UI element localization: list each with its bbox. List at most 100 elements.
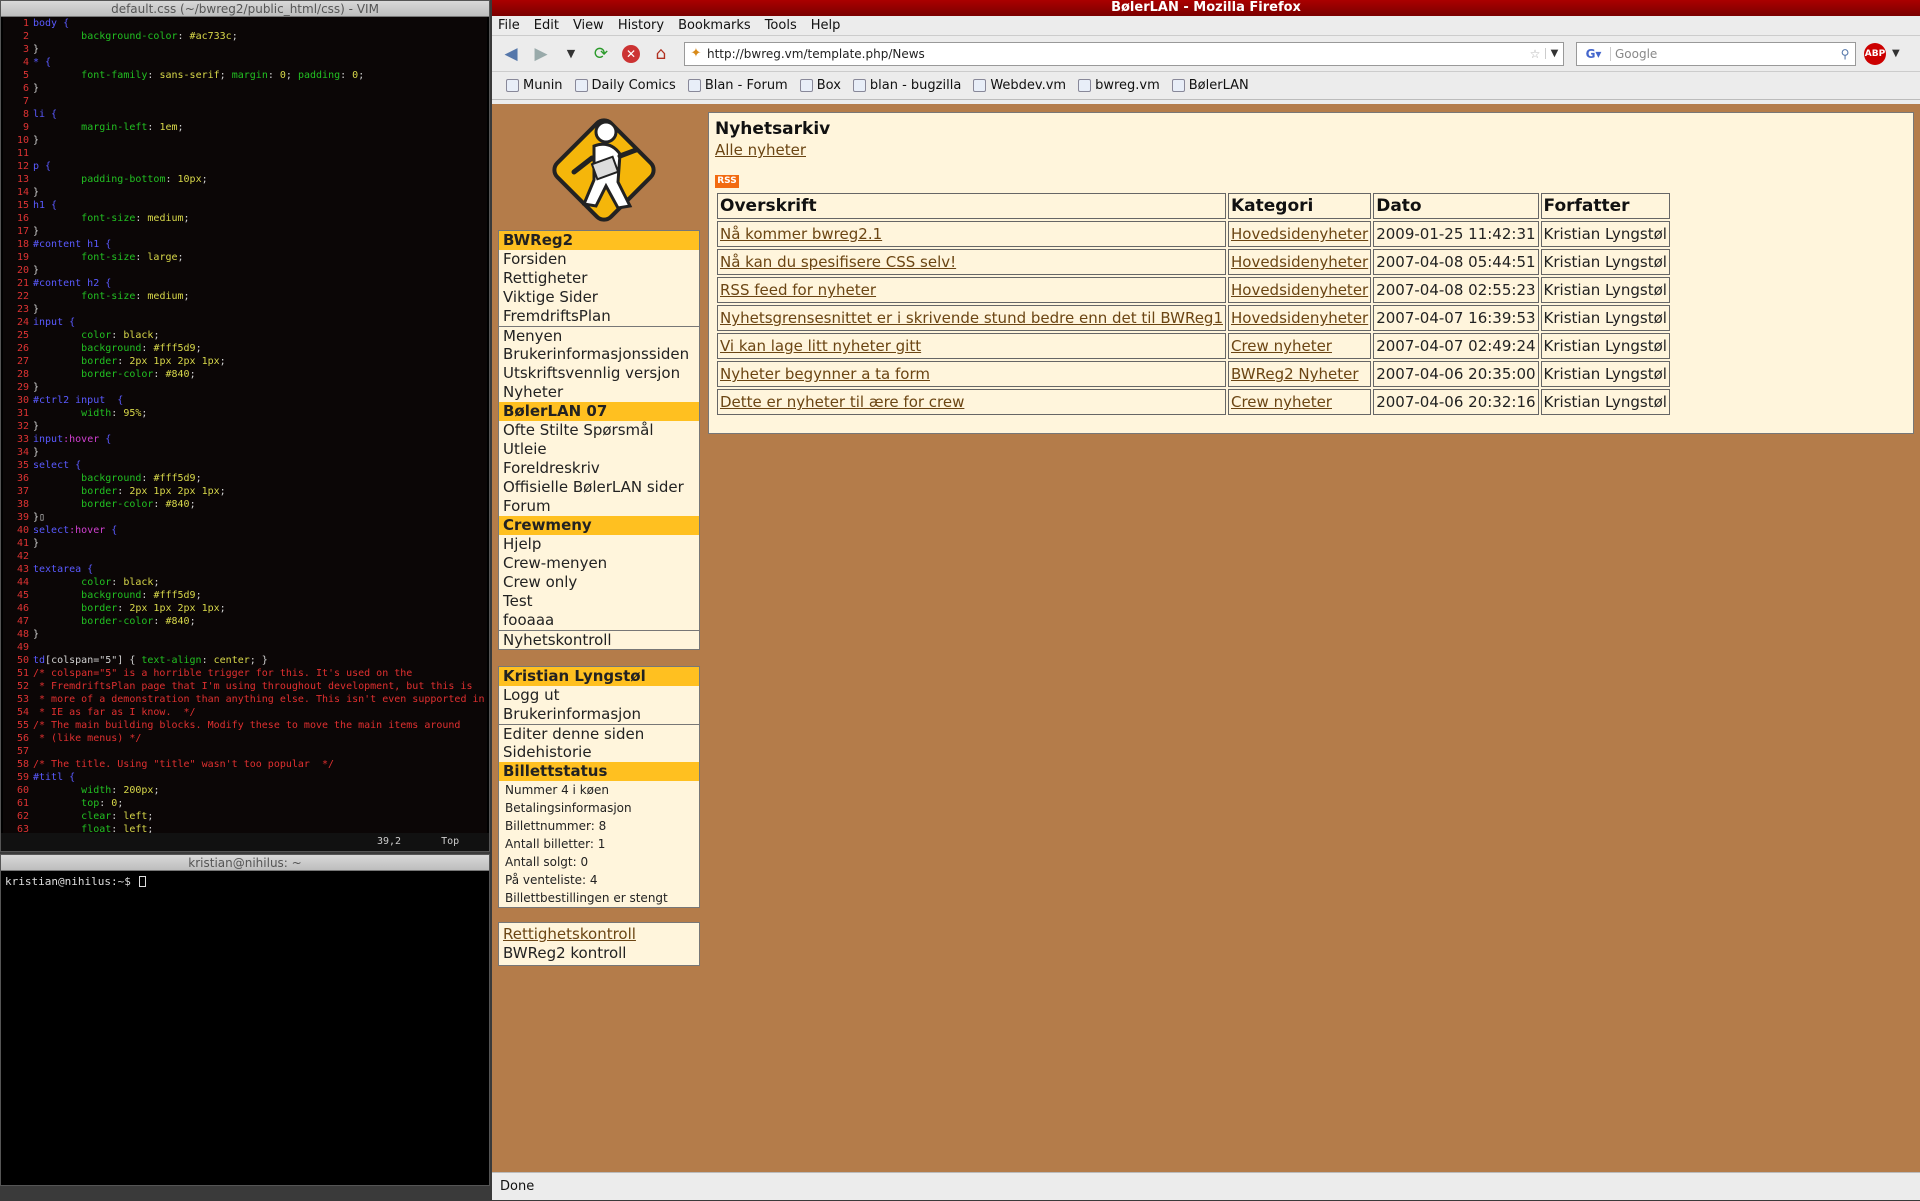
bookmark-item[interactable]: Blan - Forum: [687, 78, 788, 93]
menu-file[interactable]: File: [498, 18, 520, 33]
news-title-link[interactable]: Nå kan du spesifisere CSS selv!: [720, 253, 956, 271]
menu-view[interactable]: View: [573, 18, 604, 33]
news-category-link[interactable]: Hovedsidenyheter: [1231, 281, 1368, 299]
reload-icon[interactable]: ⟳: [588, 41, 614, 67]
code-token: :: [111, 330, 124, 341]
bookmark-item[interactable]: Box: [799, 78, 841, 93]
rss-icon[interactable]: RSS: [715, 175, 739, 188]
news-title-link[interactable]: Vi kan lage litt nyheter gitt: [720, 337, 921, 355]
code-token: 2px 1px 2px 1px: [129, 486, 220, 497]
menu-item[interactable]: Test: [499, 592, 699, 611]
line-number: 46: [16, 603, 29, 614]
news-title-link[interactable]: RSS feed for nyheter: [720, 281, 876, 299]
news-category-link[interactable]: Hovedsidenyheter: [1231, 253, 1368, 271]
menu-item[interactable]: BWReg2 kontroll: [499, 944, 699, 963]
terminal-window[interactable]: kristian@nihilus: ~ kristian@nihilus:~$: [0, 854, 490, 1186]
menu-item[interactable]: Hjelp: [499, 535, 699, 554]
search-box[interactable]: G▾ Google ⚲: [1576, 41, 1856, 66]
bookmark-item[interactable]: bwreg.vm: [1078, 78, 1160, 93]
menu-bookmarks[interactable]: Bookmarks: [678, 18, 751, 33]
abp-dropdown-icon[interactable]: ▼: [1892, 48, 1900, 59]
url-dropdown-icon[interactable]: ▼: [1545, 48, 1563, 59]
code-line: 15 h1 {: [3, 199, 487, 212]
menu-item[interactable]: Menyen: [499, 326, 699, 345]
back-arrow-icon[interactable]: ◀: [498, 41, 524, 67]
bookmark-item[interactable]: Webdev.vm: [973, 78, 1066, 93]
adblock-plus-icon[interactable]: ABP: [1864, 42, 1886, 65]
menu-history[interactable]: History: [618, 18, 664, 33]
url-text[interactable]: http://bwreg.vm/template.php/News: [707, 47, 925, 61]
google-engine-icon[interactable]: G▾: [1577, 46, 1611, 61]
news-title-link[interactable]: Nå kommer bwreg2.1: [720, 225, 882, 243]
bookmark-star-icon[interactable]: ☆: [1525, 47, 1545, 61]
terminal-titlebar[interactable]: kristian@nihilus: ~: [1, 855, 489, 871]
menu-item[interactable]: Sidehistorie: [499, 743, 699, 762]
url-bar[interactable]: ✦ http://bwreg.vm/template.php/News ☆ ▼: [684, 41, 1564, 66]
code-token: 1em: [159, 122, 178, 133]
vim-window[interactable]: default.css (~/bwreg2/public_html/css) -…: [0, 0, 490, 852]
all-news-link[interactable]: Alle nyheter: [715, 141, 806, 159]
menu-item[interactable]: Crew-menyen: [499, 554, 699, 573]
stop-icon[interactable]: ✕: [618, 41, 644, 67]
forward-arrow-icon[interactable]: ▶: [528, 41, 554, 67]
menu-item[interactable]: Brukerinformasjonssiden: [499, 345, 699, 364]
menu-item[interactable]: Crew only: [499, 573, 699, 592]
bookmark-item[interactable]: blan - bugzilla: [852, 78, 961, 93]
menu-item[interactable]: Forum: [499, 497, 699, 516]
menu-item[interactable]: Utleie: [499, 440, 699, 459]
menu-item[interactable]: Rettigheter: [499, 269, 699, 288]
home-icon[interactable]: ⌂: [648, 41, 674, 67]
menu-tools[interactable]: Tools: [765, 18, 797, 33]
menu-item[interactable]: Rettighetskontroll: [499, 925, 699, 944]
vim-editor-buffer[interactable]: 1 body {2 background-color: #ac733c; 3} 4 * …: [3, 17, 487, 833]
search-input[interactable]: Google: [1611, 47, 1835, 61]
code-token: td: [33, 655, 46, 666]
code-token: black: [123, 577, 154, 588]
bookmark-item[interactable]: Munin: [506, 78, 563, 93]
news-title-link[interactable]: Nyhetsgrensesnittet er i skrivende stund…: [720, 309, 1223, 327]
menu-item[interactable]: Foreldreskriv: [499, 459, 699, 478]
firefox-titlebar[interactable]: BølerLAN - Mozilla Firefox: [492, 0, 1920, 16]
menu-item[interactable]: Viktige Sider: [499, 288, 699, 307]
code-line: 63 float: left;: [3, 823, 487, 833]
news-author: Kristian Lyngstøl: [1543, 393, 1667, 411]
code-token: }: [33, 304, 40, 315]
menu-item[interactable]: Forsiden: [499, 250, 699, 269]
menu-item[interactable]: Utskriftsvennlig versjon: [499, 364, 699, 383]
menu-link[interactable]: Rettighetskontroll: [503, 925, 636, 943]
menu-item[interactable]: Editer denne siden: [499, 724, 699, 743]
search-icon[interactable]: ⚲: [1835, 47, 1855, 61]
code-token: padding: [297, 70, 341, 81]
news-category-link[interactable]: Crew nyheter: [1231, 337, 1332, 355]
bookmark-label: bwreg.vm: [1095, 78, 1160, 93]
news-category-link[interactable]: Hovedsidenyheter: [1231, 309, 1368, 327]
bookmark-item[interactable]: Daily Comics: [574, 78, 676, 93]
news-category-link[interactable]: Hovedsidenyheter: [1231, 225, 1368, 243]
news-category-link[interactable]: BWReg2 Nyheter: [1231, 365, 1359, 383]
menu-item[interactable]: Logg ut: [499, 686, 699, 705]
history-dropdown-icon[interactable]: ▼: [558, 41, 584, 67]
menu-item[interactable]: Brukerinformasjon: [499, 705, 699, 724]
news-date: 2007-04-06 20:32:16: [1376, 393, 1536, 411]
vim-scroll-position: Top: [441, 836, 460, 847]
menu-item[interactable]: FremdriftsPlan: [499, 307, 699, 326]
menu-item[interactable]: Offisielle BølerLAN sider: [499, 478, 699, 497]
news-date-cell: 2007-04-06 20:35:00: [1373, 361, 1539, 387]
menu-item[interactable]: Nyhetskontroll: [499, 630, 699, 649]
code-token: ;: [153, 330, 160, 341]
news-title-link[interactable]: Dette er nyheter til ære for crew: [720, 393, 964, 411]
terminal-prompt[interactable]: kristian@nihilus:~$: [5, 875, 147, 888]
news-title-link[interactable]: Nyheter begynner a ta form: [720, 365, 930, 383]
code-line: 32}: [3, 420, 487, 433]
code-token: :: [117, 603, 130, 614]
menu-help[interactable]: Help: [811, 18, 841, 33]
vim-titlebar[interactable]: default.css (~/bwreg2/public_html/css) -…: [1, 1, 489, 17]
news-category-link[interactable]: Crew nyheter: [1231, 393, 1332, 411]
menu-item[interactable]: fooaaa: [499, 611, 699, 630]
menu-item[interactable]: Ofte Stilte Spørsmål: [499, 421, 699, 440]
bookmark-item[interactable]: BølerLAN: [1171, 78, 1249, 93]
menu-item[interactable]: Nyheter: [499, 383, 699, 402]
menu-edit[interactable]: Edit: [534, 18, 559, 33]
